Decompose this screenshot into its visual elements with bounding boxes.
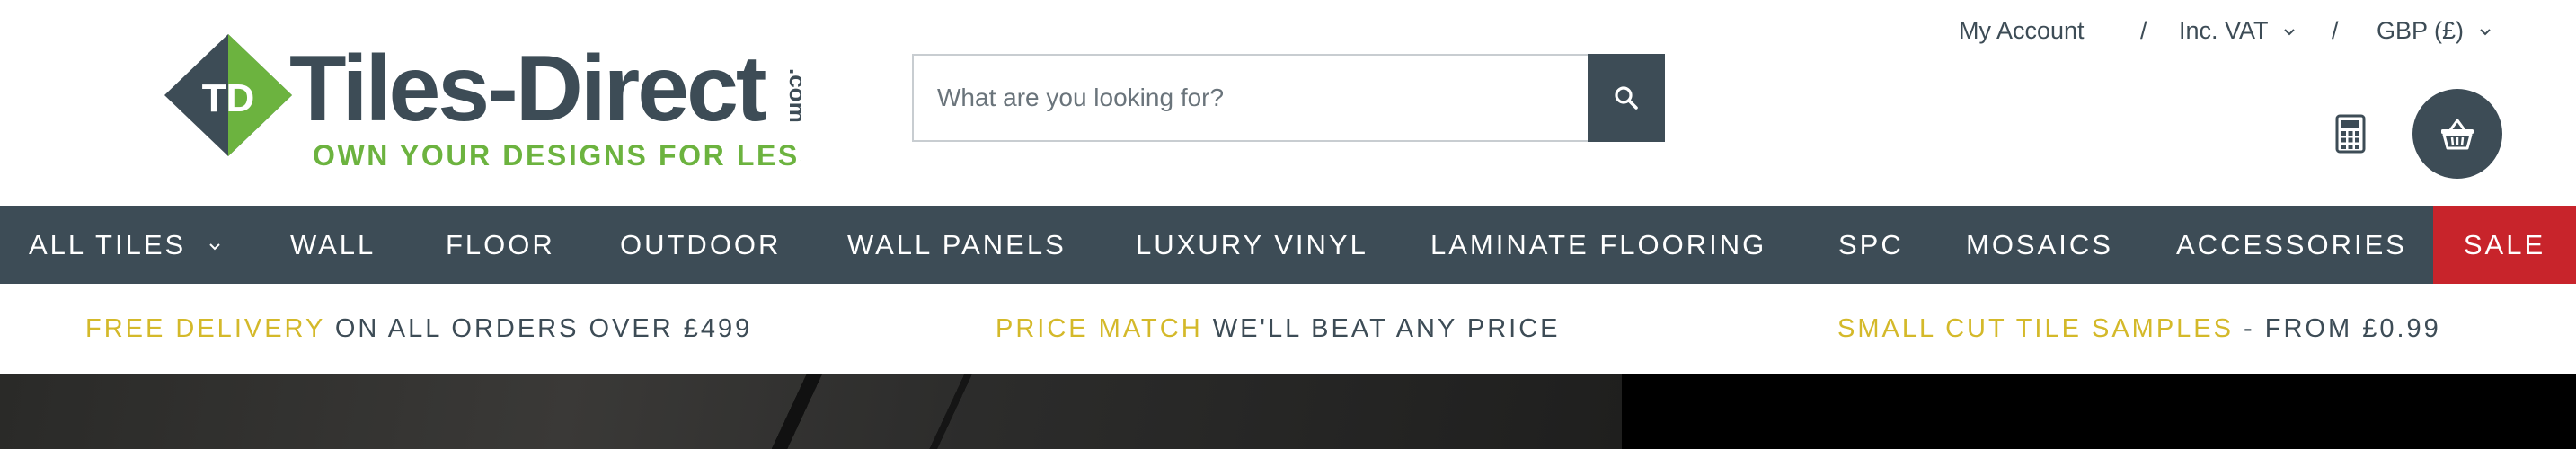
hero-banner: [0, 374, 2576, 449]
logo-graphic: TD Tiles-Direct .com OWN YOUR DESIGNS FO…: [164, 34, 801, 172]
logo-wordmark: Tiles-Direct: [289, 37, 766, 141]
promo-highlight: PRICE MATCH: [996, 314, 1203, 343]
logo-initials: TD: [202, 76, 255, 120]
nav-item-laminate-flooring[interactable]: LAMINATE FLOORING: [1430, 206, 1766, 284]
vat-toggle[interactable]: Inc. VAT: [2179, 13, 2295, 48]
tile-calculator-button[interactable]: [2334, 114, 2367, 154]
search-button[interactable]: [1588, 54, 1665, 142]
promo-samples[interactable]: SMALL CUT TILE SAMPLES - FROM £0.99: [1837, 284, 2441, 374]
promo-free-delivery[interactable]: FREE DELIVERY ON ALL ORDERS OVER £499: [85, 284, 752, 374]
hero-panel: [1622, 374, 2576, 449]
basket-button[interactable]: [2412, 89, 2502, 179]
nav-item-wall-panels[interactable]: WALL PANELS: [847, 206, 1067, 284]
currency-selector[interactable]: GBP (£): [2377, 13, 2491, 48]
main-navigation: ALL TILES WALL FLOOR OUTDOOR WALL PANELS…: [0, 206, 2576, 284]
promo-text: - FROM £0.99: [2234, 314, 2441, 343]
nav-item-sale[interactable]: SALE: [2433, 206, 2576, 284]
hero-image: [0, 374, 1622, 449]
account-nav-separator: /: [2332, 17, 2339, 44]
hero-image-detail: [728, 374, 1087, 449]
promo-highlight: SMALL CUT TILE SAMPLES: [1837, 314, 2234, 343]
search-icon: [1615, 86, 1638, 110]
promo-highlight: FREE DELIVERY: [85, 314, 325, 343]
search-input[interactable]: [912, 54, 1591, 142]
calculator-icon: [2335, 114, 2366, 154]
promo-bar: FREE DELIVERY ON ALL ORDERS OVER £499 PR…: [0, 284, 2576, 374]
site-logo[interactable]: TD Tiles-Direct .com OWN YOUR DESIGNS FO…: [164, 32, 801, 176]
nav-item-mosaics[interactable]: MOSAICS: [1966, 206, 2113, 284]
account-nav-separator: /: [2140, 17, 2147, 44]
site-header: TD Tiles-Direct .com OWN YOUR DESIGNS FO…: [0, 0, 2576, 206]
account-nav: My Account / Inc. VAT / GBP (£): [1959, 13, 2498, 48]
chevron-down-icon: [2479, 29, 2491, 36]
nav-item-wall[interactable]: WALL: [290, 206, 376, 284]
logo-tagline: OWN YOUR DESIGNS FOR LESS: [313, 139, 801, 172]
currency-selector-label: GBP (£): [2377, 17, 2465, 44]
nav-item-outdoor[interactable]: OUTDOOR: [620, 206, 781, 284]
vat-toggle-label: Inc. VAT: [2179, 17, 2269, 44]
nav-item-label: ALL TILES: [29, 229, 187, 260]
logo-suffix: .com: [784, 68, 801, 123]
nav-item-accessories[interactable]: ACCESSORIES: [2176, 206, 2407, 284]
nav-item-all-tiles[interactable]: ALL TILES: [29, 206, 220, 284]
chevron-down-icon: [2283, 29, 2295, 36]
promo-text: WE'LL BEAT ANY PRICE: [1202, 314, 1561, 343]
chevron-down-icon: [209, 243, 220, 251]
search-bar: [912, 54, 1665, 142]
my-account-link[interactable]: My Account: [1959, 13, 2085, 48]
basket-icon: [2441, 119, 2474, 150]
nav-item-floor[interactable]: FLOOR: [446, 206, 555, 284]
promo-text: ON ALL ORDERS OVER £499: [324, 314, 753, 343]
nav-item-spc[interactable]: SPC: [1838, 206, 1904, 284]
nav-item-luxury-vinyl[interactable]: LUXURY VINYL: [1136, 206, 1368, 284]
promo-price-match[interactable]: PRICE MATCH WE'LL BEAT ANY PRICE: [996, 284, 1561, 374]
